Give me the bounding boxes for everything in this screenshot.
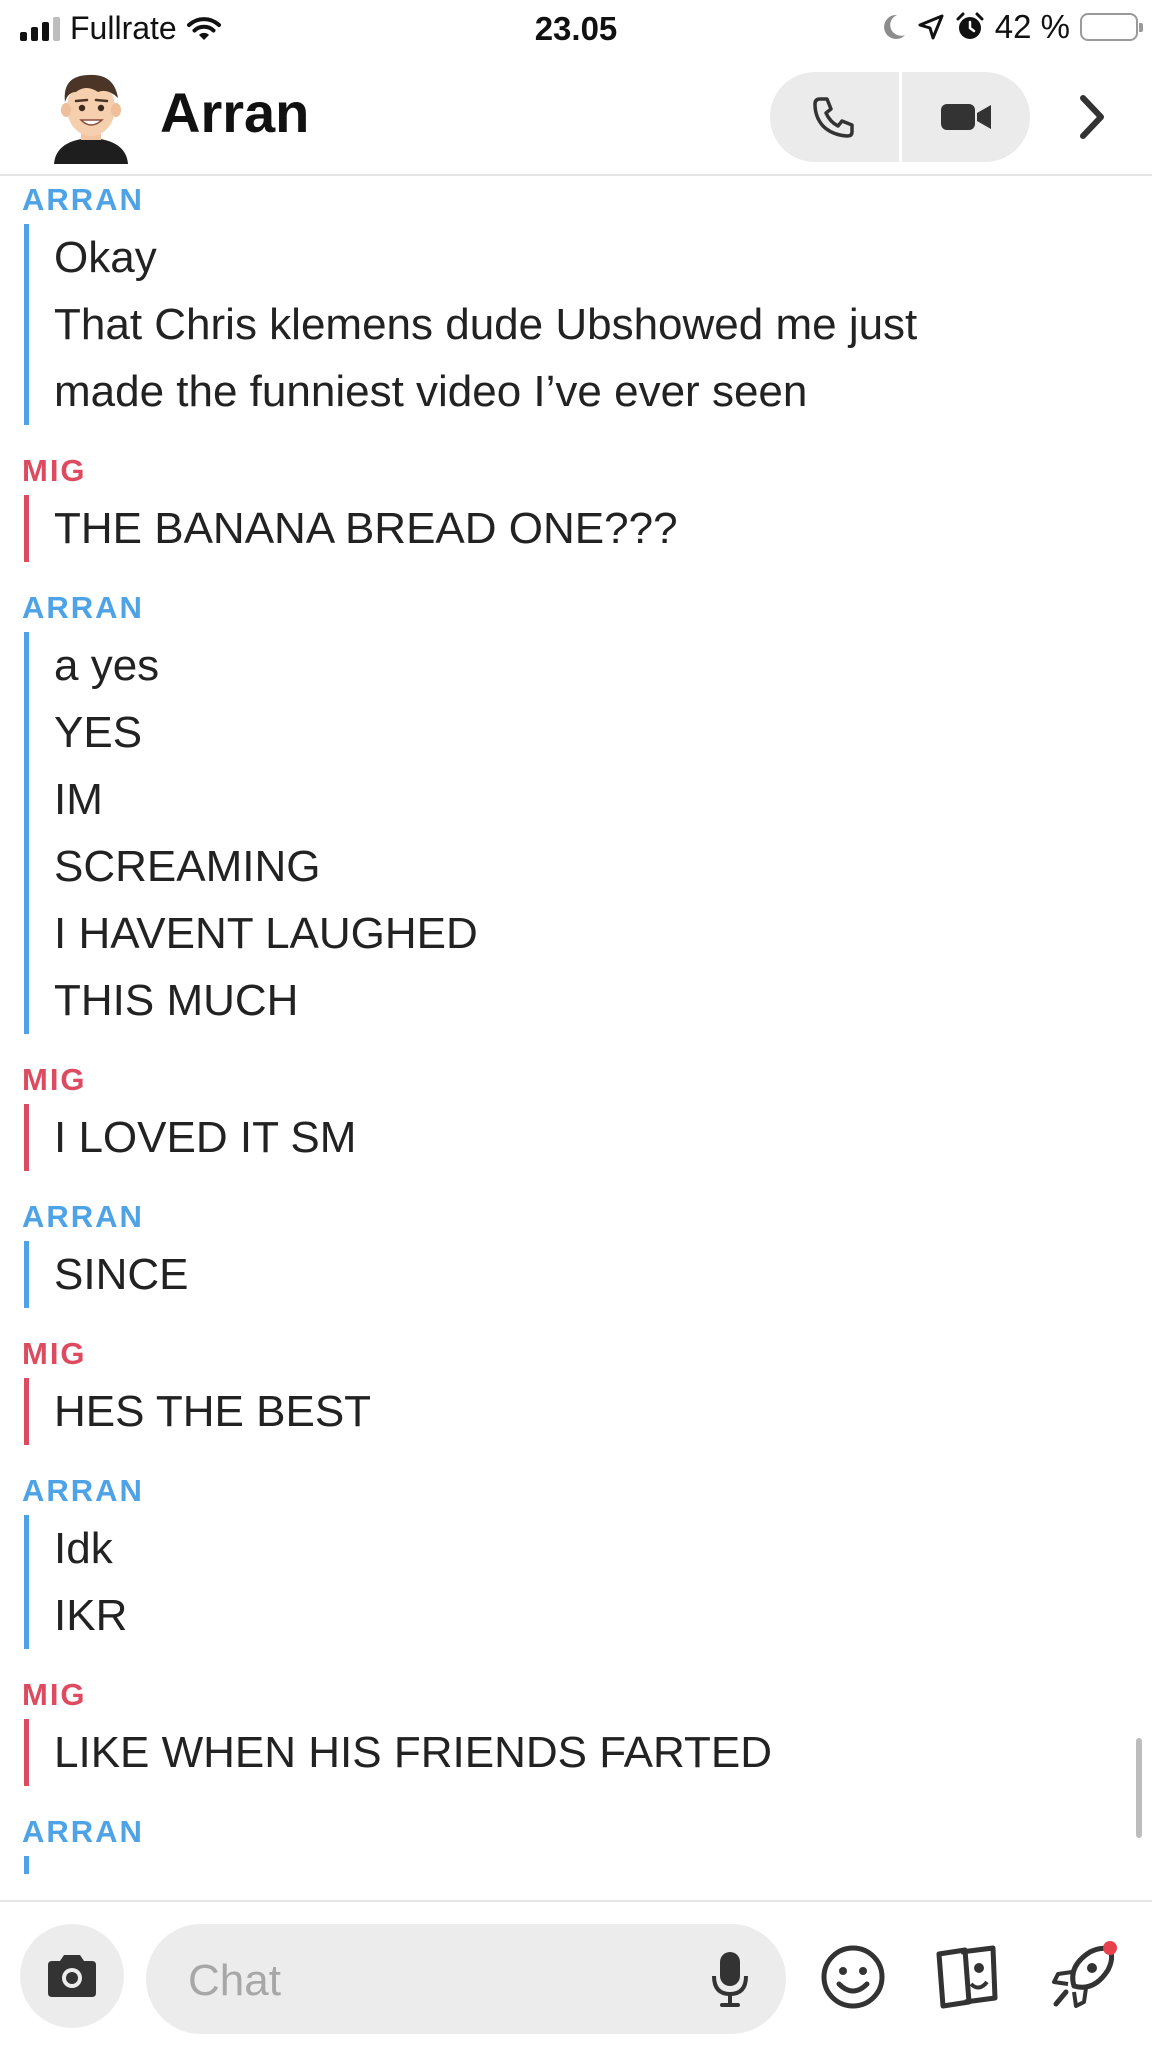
message-text-cutoff [54,1856,1152,1874]
message-text: YES [54,708,143,757]
message-block[interactable]: THE BANANA BREAD ONE??? [24,495,1152,562]
snapchat-chat-screen: Fullrate 23.05 42 % Arran ARRAN Okay Tha… [0,0,1152,2048]
chat-header: Arran [0,58,1152,176]
message-group: ARRAN Okay That Chris klemens dude Ubshowe… [0,176,1152,425]
battery-percent: 42 % [994,8,1070,45]
sender-label: ARRAN [22,1199,144,1234]
location-arrow-icon [918,14,944,40]
message-block[interactable]: Okay That Chris klemens dude Ubshowed me … [24,224,1152,425]
message-text: SINCE [54,1250,189,1299]
message-block[interactable]: SINCE [24,1241,1152,1308]
alarm-icon [956,12,984,39]
message-block[interactable]: a yes YES IM SCREAMING I HAVENT LAUGHED THIS … [24,632,1152,1034]
message-text: IKR [54,1591,128,1640]
message-text: Okay [54,233,157,282]
smiley-icon [821,1945,885,2009]
sender-label: MIG [22,1336,87,1371]
sender-label: ARRAN [22,590,144,625]
message-group: MIG HES THE BEST [0,1330,1152,1445]
sender-label: ARRAN [22,182,144,217]
message-text: I LOVED IT SM [54,1113,357,1162]
rocket-icon [1052,1941,1117,2008]
phone-icon [813,97,854,138]
cards-icon [936,1945,998,2009]
camera-button[interactable] [20,1924,124,2028]
video-camera-icon [940,104,991,130]
message-text: HES THE BEST [54,1387,372,1436]
message-block[interactable]: Idk IKR [24,1515,1152,1649]
message-block[interactable]: LIKE WHEN HIS FRIENDS FARTED [24,1719,1152,1786]
composer-bar: Chat [0,1900,1152,2048]
bitmoji-avatar[interactable] [48,68,134,164]
message-text: SCREAMING [54,842,321,891]
battery-icon [1080,13,1143,41]
moon-icon [883,14,905,39]
message-group: MIG LIKE WHEN HIS FRIENDS FARTED [0,1671,1152,1786]
profile-chevron-button[interactable] [1062,84,1122,150]
message-group: ARRAN Idk IKR [0,1467,1152,1649]
chat-input[interactable]: Chat [146,1924,786,2034]
sender-label: MIG [22,1677,87,1712]
call-actions [770,72,1030,162]
message-group: ARRAN SINCE [0,1193,1152,1308]
games-button[interactable] [1046,1940,1120,2014]
sender-label: ARRAN [22,1814,144,1849]
scrollbar[interactable] [1136,1738,1142,1838]
sender-label: MIG [22,1062,87,1097]
sender-label: ARRAN [22,1473,144,1508]
voice-call-button[interactable] [770,72,899,162]
message-text: Idk [54,1524,113,1573]
message-text: THE BANANA BREAD ONE??? [54,504,678,553]
message-text: LIKE WHEN HIS FRIENDS FARTED [54,1728,772,1777]
message-block[interactable] [24,1856,1152,1874]
message-text: made the funniest video I’ve ever seen [54,367,808,416]
message-text: IM [54,775,103,824]
message-group: MIG I LOVED IT SM [0,1056,1152,1171]
sender-label: MIG [22,453,87,488]
message-group: ARRAN [0,1808,1152,1874]
camera-icon [48,1955,96,1997]
notification-dot [1103,1941,1117,1955]
contact-name[interactable]: Arran [160,80,309,145]
message-group: MIG THE BANANA BREAD ONE??? [0,447,1152,562]
message-block[interactable]: I LOVED IT SM [24,1104,1152,1171]
status-right: 42 % [881,8,1143,46]
message-text: a yes [54,641,160,690]
message-list[interactable]: ARRAN Okay That Chris klemens dude Ubshowe… [0,176,1152,1900]
chevron-right-icon [1080,95,1104,139]
message-block[interactable]: HES THE BEST [24,1378,1152,1445]
message-group: ARRAN a yes YES IM SCREAMING I HAVENT LAUGHED… [0,584,1152,1034]
message-text: I HAVENT LAUGHED [54,909,478,958]
video-call-button[interactable] [898,72,1031,162]
message-text: That Chris klemens dude Ubshowed me just [54,300,918,349]
chat-placeholder: Chat [188,1956,281,2005]
microphone-icon[interactable] [710,1950,750,2008]
status-bar: Fullrate 23.05 42 % [0,0,1152,58]
sticker-button[interactable] [816,1940,890,2014]
cameos-button[interactable] [930,1940,1004,2014]
message-text: THIS MUCH [54,976,299,1025]
